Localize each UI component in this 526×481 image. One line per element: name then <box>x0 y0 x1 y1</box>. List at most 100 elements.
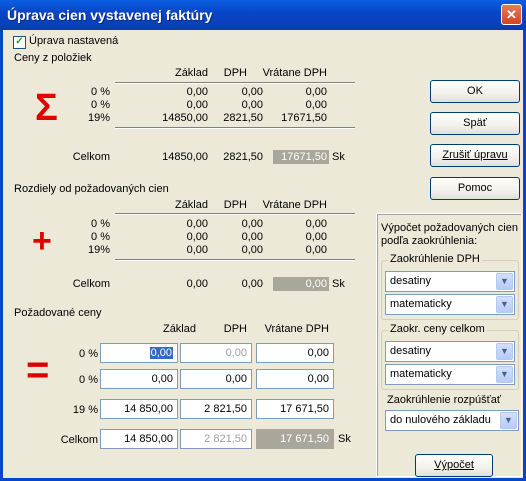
sec1-total-label: Celkom <box>72 151 110 163</box>
dph-rounding-method-select[interactable]: matematicky ▼ <box>385 294 515 315</box>
calculation-panel: Výpočet požadovaných cien podľa zaokrúhl… <box>376 213 522 477</box>
sec3-rate: 19 % <box>72 404 98 416</box>
back-button[interactable]: Späť <box>430 112 520 135</box>
uprava-checkbox-label: Úprava nastavená <box>29 35 119 47</box>
sec2-col-vratane: Vrátane DPH <box>262 199 327 211</box>
window-title: Úprava cien vystavenej faktúry <box>7 7 213 23</box>
sec1-vratane: 0,00 <box>305 86 327 98</box>
sec1-dph: 2821,50 <box>223 112 263 124</box>
chevron-down-icon[interactable]: ▼ <box>496 296 513 313</box>
sec3-dph-input: 0,00 <box>180 343 252 363</box>
dph-rounding-precision-select[interactable]: desatiny ▼ <box>385 271 515 292</box>
total-rounding-method-select[interactable]: matematicky ▼ <box>385 364 515 385</box>
sec3-zaklad-input[interactable]: 0,00 <box>100 369 178 389</box>
sec1-total-vratane: 17671,50 <box>273 150 329 164</box>
group-zaokruhlenie-dph: Zaokrúhlenie DPH desatiny ▼ matematicky … <box>381 253 519 320</box>
section-rozdiely-title: Rozdiely od požadovaných cien <box>14 183 169 195</box>
sec2-zaklad: 0,00 <box>186 244 208 256</box>
sec3-col-zaklad: Základ <box>162 323 196 335</box>
group-zaokruhlenie-dph-label: Zaokrúhlenie DPH <box>388 253 482 265</box>
sec1-zaklad: 0,00 <box>186 86 208 98</box>
sec2-total-dph: 0,00 <box>241 278 263 290</box>
group-zaokr-ceny-celkom-label: Zaokr. ceny celkom <box>388 323 487 335</box>
equals-symbol: = <box>26 348 50 392</box>
close-icon: ✕ <box>506 7 517 22</box>
calculate-label: Výpočet <box>434 459 474 471</box>
cancel-edit-button[interactable]: Zrušiť úpravu <box>430 144 520 167</box>
plus-symbol: + <box>32 222 52 260</box>
chevron-down-icon[interactable]: ▼ <box>500 412 517 429</box>
uprava-checkbox[interactable]: ✓ <box>13 36 26 49</box>
help-button[interactable]: Pomoc <box>430 177 520 200</box>
sec2-total-label: Celkom <box>72 278 110 290</box>
sec2-zaklad: 0,00 <box>186 218 208 230</box>
sec1-total-dph: 2821,50 <box>223 151 263 163</box>
checkmark-icon: ✓ <box>15 36 24 47</box>
sec1-vratane: 17671,50 <box>281 112 327 124</box>
close-button[interactable]: ✕ <box>501 4 522 25</box>
sec3-total-label: Celkom <box>60 434 98 446</box>
sec2-total-vratane: 0,00 <box>273 277 329 291</box>
sec1-col-zaklad: Základ <box>174 67 208 79</box>
sum-symbol: Σ <box>35 87 58 129</box>
dph-rounding-method-value: matematicky <box>390 298 452 310</box>
title-bar: Úprava cien vystavenej faktúry ✕ <box>0 0 526 30</box>
sec2-zaklad: 0,00 <box>186 231 208 243</box>
panel-title-line1: Výpočet požadovaných cien <box>381 222 518 234</box>
sec1-zaklad: 0,00 <box>186 99 208 111</box>
sec2-col-dph: DPH <box>223 199 247 211</box>
sec2-vratane: 0,00 <box>305 231 327 243</box>
sec1-total-zaklad: 14850,00 <box>162 151 208 163</box>
cancel-edit-label: Zrušiť úpravu <box>442 149 508 161</box>
panel-title-line2: podľa zaokrúhlenia: <box>381 235 478 247</box>
sec1-rate: 0 % <box>91 86 110 98</box>
sec2-dph: 0,00 <box>241 244 263 256</box>
sec3-currency: Sk <box>338 433 351 445</box>
calculate-button[interactable]: Výpočet <box>415 454 493 477</box>
sec3-zaklad-input[interactable]: 0,00 <box>100 343 178 363</box>
sec2-rate: 19% <box>87 244 110 256</box>
ok-button[interactable]: OK <box>430 80 520 103</box>
sec3-dph-input[interactable]: 2 821,50 <box>180 399 252 419</box>
sec3-zaklad-input[interactable]: 14 850,00 <box>100 399 178 419</box>
total-rounding-precision-select[interactable]: desatiny ▼ <box>385 341 515 362</box>
sec3-vratane-input[interactable]: 0,00 <box>256 343 334 363</box>
sec2-rate: 0 % <box>91 218 110 230</box>
sec2-currency: Sk <box>332 278 345 290</box>
sec1-dph: 0,00 <box>241 86 263 98</box>
sec3-vratane-input[interactable]: 0,00 <box>256 369 334 389</box>
sec2-dph: 0,00 <box>241 231 263 243</box>
chevron-down-icon[interactable]: ▼ <box>496 273 513 290</box>
chevron-down-icon[interactable]: ▼ <box>496 366 513 383</box>
sec1-currency: Sk <box>332 151 345 163</box>
section-pozadovane-ceny-title: Požadované ceny <box>14 307 102 319</box>
rozpust-value: do nulového základu <box>390 414 491 426</box>
sec2-vratane: 0,00 <box>305 218 327 230</box>
sec1-rate: 19% <box>87 112 110 124</box>
sec2-header-divider <box>115 213 355 215</box>
sec1-vratane: 0,00 <box>305 99 327 111</box>
sec1-rate: 0 % <box>91 99 110 111</box>
section-ceny-z-poloziek-title: Ceny z položiek <box>14 52 92 64</box>
total-rounding-precision-value: desatiny <box>390 345 431 357</box>
sec1-col-dph: DPH <box>223 67 247 79</box>
sec2-dph: 0,00 <box>241 218 263 230</box>
rozpust-select[interactable]: do nulového základu ▼ <box>385 410 519 431</box>
sec3-dph-input[interactable]: 0,00 <box>180 369 252 389</box>
sec3-total-zaklad-input[interactable]: 14 850,00 <box>100 429 178 449</box>
sec2-rate: 0 % <box>91 231 110 243</box>
chevron-down-icon[interactable]: ▼ <box>496 343 513 360</box>
sec3-col-vratane: Vrátane DPH <box>264 323 329 335</box>
sec2-total-zaklad: 0,00 <box>186 278 208 290</box>
sec1-header-divider <box>115 82 355 84</box>
sec3-vratane-input[interactable]: 17 671,50 <box>256 399 334 419</box>
sec3-total-vratane-input: 17 671,50 <box>256 429 334 449</box>
sec3-col-dph: DPH <box>223 323 247 335</box>
sec1-dph: 0,00 <box>241 99 263 111</box>
group-zaokr-ceny-celkom: Zaokr. ceny celkom desatiny ▼ matematick… <box>381 323 519 390</box>
sec1-zaklad: 14850,00 <box>162 112 208 124</box>
total-rounding-method-value: matematicky <box>390 368 452 380</box>
sec1-total-divider <box>115 127 355 129</box>
sec3-total-dph-input: 2 821,50 <box>180 429 252 449</box>
sec2-total-divider <box>115 259 355 261</box>
